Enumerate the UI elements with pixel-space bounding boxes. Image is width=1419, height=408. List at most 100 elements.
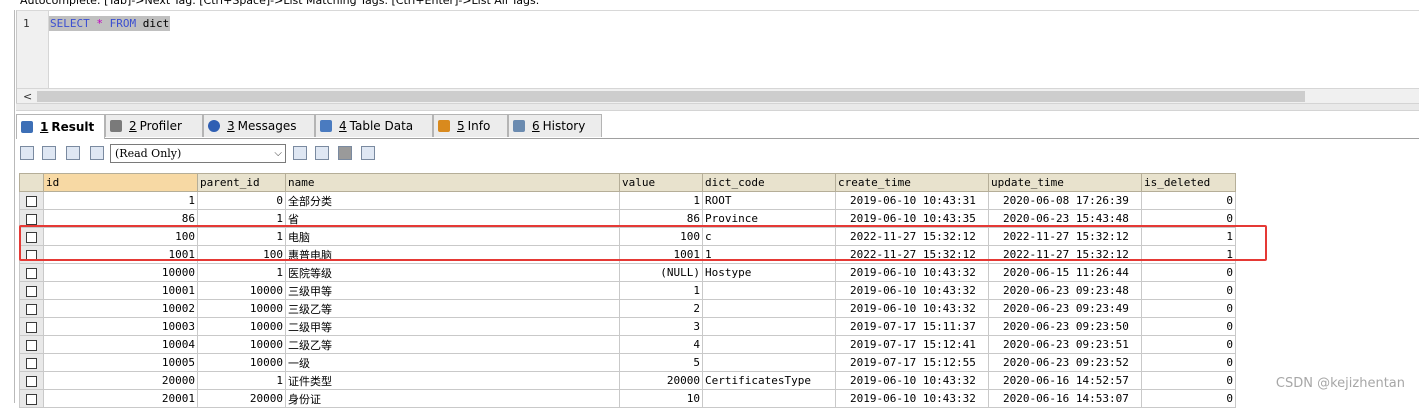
cell-id[interactable]: 1	[43, 191, 198, 210]
cell-update-time[interactable]: 2020-06-16 14:53:07	[988, 389, 1142, 408]
tab-result[interactable]: 1 Result	[16, 114, 105, 139]
row-checkbox-cell[interactable]	[19, 335, 44, 354]
cell-parent-id[interactable]: 20000	[197, 389, 286, 408]
column-header[interactable]: update_time	[988, 173, 1142, 192]
row-checkbox-cell[interactable]	[19, 371, 44, 390]
cell-create-time[interactable]: 2019-06-10 10:43:31	[835, 191, 989, 210]
table-row[interactable]: 10001 10000 三级甲等 1 2019-06-10 10:43:32 2020-0…	[19, 281, 1236, 300]
cell-name[interactable]: 三级乙等	[285, 299, 620, 318]
read-only-select[interactable]: (Read Only) ⌵	[110, 144, 286, 163]
cell-dict-code[interactable]	[702, 335, 836, 354]
row-checkbox[interactable]	[26, 375, 37, 387]
cell-parent-id[interactable]: 0	[197, 191, 286, 210]
row-checkbox-cell[interactable]	[19, 317, 44, 336]
cell-create-time[interactable]: 2019-06-10 10:43:32	[835, 371, 989, 390]
column-header[interactable]: parent_id	[197, 173, 286, 192]
cell-update-time[interactable]: 2020-06-23 09:23:50	[988, 317, 1142, 336]
cell-id[interactable]: 10005	[43, 353, 198, 372]
table-row[interactable]: 10000 1 医院等级 (NULL) Hostype 2019-06-10 10:43:…	[19, 263, 1236, 282]
cell-value[interactable]: 4	[619, 335, 703, 354]
tab-profiler[interactable]: 2 Profiler	[105, 114, 203, 137]
cell-update-time[interactable]: 2020-06-23 09:23:48	[988, 281, 1142, 300]
cancel-changes-icon[interactable]	[361, 146, 375, 160]
row-checkbox[interactable]	[26, 285, 37, 297]
cell-update-time[interactable]: 2020-06-23 09:23:52	[988, 353, 1142, 372]
tab-messages[interactable]: 3 Messages	[203, 114, 315, 137]
cell-parent-id[interactable]: 10000	[197, 335, 286, 354]
cell-value[interactable]: 5	[619, 353, 703, 372]
cell-create-time[interactable]: 2019-06-10 10:43:32	[835, 389, 989, 408]
cell-value[interactable]: 3	[619, 317, 703, 336]
row-checkbox[interactable]	[26, 267, 37, 279]
cell-dict-code[interactable]	[702, 299, 836, 318]
cell-is-deleted[interactable]: 0	[1141, 263, 1236, 282]
cell-name[interactable]: 一级	[285, 353, 620, 372]
cell-parent-id[interactable]: 1	[197, 263, 286, 282]
cell-name[interactable]: 证件类型	[285, 371, 620, 390]
table-row[interactable]: 20001 20000 身份证 10 2019-06-10 10:43:32 2020-0…	[19, 389, 1236, 408]
row-checkbox[interactable]	[26, 339, 37, 351]
save-icon[interactable]	[315, 146, 329, 160]
cell-parent-id[interactable]: 1	[197, 371, 286, 390]
row-checkbox-cell[interactable]	[19, 353, 44, 372]
sql-query-line[interactable]: SELECT * FROM dict	[49, 16, 171, 31]
cell-value[interactable]: 20000	[619, 371, 703, 390]
cell-update-time[interactable]: 2020-06-23 09:23:51	[988, 335, 1142, 354]
cell-is-deleted[interactable]: 0	[1141, 281, 1236, 300]
cell-create-time[interactable]: 2019-06-10 10:43:32	[835, 281, 989, 300]
row-checkbox-cell[interactable]	[19, 299, 44, 318]
cell-id[interactable]: 20000	[43, 371, 198, 390]
cell-id[interactable]: 10003	[43, 317, 198, 336]
export-icon[interactable]	[20, 146, 34, 160]
cell-is-deleted[interactable]: 0	[1141, 191, 1236, 210]
cell-is-deleted[interactable]: 0	[1141, 353, 1236, 372]
row-checkbox-cell[interactable]	[19, 191, 44, 210]
cell-parent-id[interactable]: 10000	[197, 317, 286, 336]
cell-dict-code[interactable]: CertificatesType	[702, 371, 836, 390]
table-row[interactable]: 20000 1 证件类型 20000 CertificatesType 2019-06-1…	[19, 371, 1236, 390]
cell-dict-code[interactable]	[702, 389, 836, 408]
row-checkbox-cell[interactable]	[19, 281, 44, 300]
delete-icon[interactable]	[338, 146, 352, 160]
cell-name[interactable]: 二级甲等	[285, 317, 620, 336]
column-header[interactable]: create_time	[835, 173, 989, 192]
scrollbar-thumb[interactable]	[37, 91, 1305, 102]
tab-history[interactable]: 6 History	[508, 114, 602, 137]
cell-dict-code[interactable]	[702, 353, 836, 372]
column-header[interactable]: id	[43, 173, 198, 192]
cell-update-time[interactable]: 2020-06-23 09:23:49	[988, 299, 1142, 318]
copy-icon[interactable]	[42, 146, 56, 160]
cell-name[interactable]: 医院等级	[285, 263, 620, 282]
column-header[interactable]: dict_code	[702, 173, 836, 192]
cell-value[interactable]: 2	[619, 299, 703, 318]
cell-parent-id[interactable]: 10000	[197, 353, 286, 372]
column-header[interactable]: is_deleted	[1141, 173, 1236, 192]
cell-dict-code[interactable]: Hostype	[702, 263, 836, 282]
row-checkbox-cell[interactable]	[19, 263, 44, 282]
table-row[interactable]: 1 0 全部分类 1 ROOT 2019-06-10 10:43:31 2020-06-08…	[19, 191, 1236, 210]
cell-is-deleted[interactable]: 0	[1141, 389, 1236, 408]
row-checkbox-cell[interactable]	[19, 389, 44, 408]
cell-name[interactable]: 全部分类	[285, 191, 620, 210]
table-row[interactable]: 10002 10000 三级乙等 2 2019-06-10 10:43:32 2020-0…	[19, 299, 1236, 318]
cell-is-deleted[interactable]: 0	[1141, 317, 1236, 336]
cell-parent-id[interactable]: 10000	[197, 281, 286, 300]
sql-editor[interactable]: 1 SELECT * FROM dict <	[16, 10, 1419, 104]
cell-id[interactable]: 10000	[43, 263, 198, 282]
cell-value[interactable]: (NULL)	[619, 263, 703, 282]
table-row[interactable]: 10004 10000 二级乙等 4 2019-07-17 15:12:41 2020-0…	[19, 335, 1236, 354]
cell-dict-code[interactable]	[702, 317, 836, 336]
column-header[interactable]: value	[619, 173, 703, 192]
cell-update-time[interactable]: 2020-06-15 11:26:44	[988, 263, 1142, 282]
cell-id[interactable]: 10004	[43, 335, 198, 354]
cell-value[interactable]: 1	[619, 281, 703, 300]
table-row[interactable]: 10003 10000 二级甲等 3 2019-07-17 15:11:37 2020-0…	[19, 317, 1236, 336]
result-grid[interactable]: id parent_id name value dict_code create…	[19, 173, 1236, 408]
cell-parent-id[interactable]: 10000	[197, 299, 286, 318]
cell-is-deleted[interactable]: 0	[1141, 335, 1236, 354]
tab-table-data[interactable]: 4 Table Data	[315, 114, 433, 137]
row-checkbox[interactable]	[26, 213, 37, 225]
cell-name[interactable]: 身份证	[285, 389, 620, 408]
pane-splitter[interactable]	[16, 103, 1419, 111]
cell-value[interactable]: 1	[619, 191, 703, 210]
